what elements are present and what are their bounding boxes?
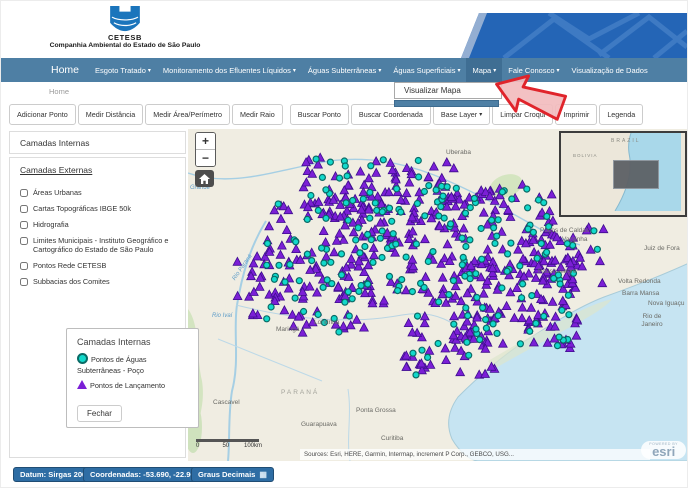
cartas-topograficas-checkbox[interactable] bbox=[20, 205, 28, 213]
medir-area-perimetro-button[interactable]: Medir Área/Perímetro bbox=[145, 104, 230, 125]
map-label-paran-: PARANÁ bbox=[281, 389, 319, 396]
nav-item-aguas-subterraneas[interactable]: Águas Subterrâneas bbox=[302, 58, 387, 82]
esri-logo-text: esri bbox=[649, 446, 678, 457]
map-label-juiz-de-fora: Juiz de Fora bbox=[644, 245, 680, 252]
map-label-volta-redonda: Volta Redonda bbox=[618, 278, 661, 285]
map-canvas[interactable]: Uberaba Poços de Caldas Varginha Juiz de Fo… bbox=[188, 129, 688, 461]
layer-label: Hidrografia bbox=[33, 220, 69, 230]
nav-item-home[interactable]: Home bbox=[45, 58, 89, 82]
legend-title: Camadas Internas bbox=[77, 337, 192, 347]
cetesb-logo-icon bbox=[109, 6, 141, 32]
medir-raio-button[interactable]: Medir Raio bbox=[232, 104, 283, 125]
map-label-rio-iva-: Rio Ivaí bbox=[212, 313, 232, 319]
main-nav: Home Esgoto Tratado Monitoramento dos Ef… bbox=[1, 58, 687, 82]
units-badge[interactable]: Graus Decimais ▦ bbox=[191, 467, 274, 482]
nav-item-monitoramento-efluentes[interactable]: Monitoramento dos Efluentes Líquidos bbox=[157, 58, 302, 82]
overview-label-bolivia: BOLIVIA bbox=[573, 153, 598, 158]
map-label-londrina: Londrina bbox=[314, 319, 339, 326]
map-label-guarapuava: Guarapuava bbox=[301, 421, 337, 428]
nav-item-esgoto-tratado[interactable]: Esgoto Tratado bbox=[89, 58, 157, 82]
layer-areas-urbanas: Áreas Urbanas bbox=[20, 188, 185, 198]
app-window: CETESB Companhia Ambiental do Estado de … bbox=[0, 0, 688, 488]
map-label-ponta-grossa: Ponta Grossa bbox=[356, 407, 396, 414]
units-grid-icon: ▦ bbox=[259, 471, 267, 479]
map-label-maring-: Maringá bbox=[276, 326, 299, 333]
legend-item-pocos: Pontos de Águas Subterrâneas - Poço bbox=[77, 353, 192, 376]
overview-label-brazil: BRAZIL bbox=[611, 138, 641, 144]
layer-label: Áreas Urbanas bbox=[33, 188, 82, 198]
camadas-externas-header[interactable]: Camadas Externas bbox=[20, 165, 185, 175]
limites-municipais-checkbox[interactable] bbox=[20, 237, 28, 245]
layer-cartas-topograficas: Cartas Topográficas IBGE 50k bbox=[20, 204, 185, 214]
logo-title: CETESB bbox=[39, 33, 211, 42]
purple-triangle-icon bbox=[77, 380, 87, 389]
layer-hidrografia: Hidrografia bbox=[20, 220, 185, 230]
home-icon bbox=[199, 174, 210, 184]
map-attribution: Sources: Esri, HERE, Garmin, Intermap, i… bbox=[300, 449, 650, 460]
layer-limites-municipais: Limites Municipais - Instituto Geográfic… bbox=[20, 236, 185, 256]
pontos-rede-cetesb-checkbox[interactable] bbox=[20, 262, 28, 270]
scale-mid: 50 bbox=[222, 443, 244, 449]
map-label-rio-de-janeiro: Rio de Janeiro bbox=[634, 313, 670, 329]
legenda-button[interactable]: Legenda bbox=[599, 104, 643, 125]
camadas-internas-panel[interactable]: Camadas Internas bbox=[9, 131, 186, 154]
scale-start: 0 bbox=[196, 443, 222, 449]
scale-bar: 0 50 100km bbox=[196, 439, 262, 449]
map-label-barra-mansa: Barra Mansa bbox=[622, 290, 659, 297]
zoom-control: + − bbox=[195, 132, 216, 167]
subbacias-checkbox[interactable] bbox=[20, 278, 28, 286]
map-label-nova-igua-u: Nova Iguaçu bbox=[648, 300, 685, 307]
layer-pontos-rede-cetesb: Pontos Rede CETESB bbox=[20, 261, 185, 271]
scale-end: 100km bbox=[244, 443, 262, 449]
dropdown-highlight-bar bbox=[394, 100, 499, 107]
mapa-dropdown-menu: Visualizar Mapa bbox=[394, 82, 502, 107]
home-extent-button[interactable] bbox=[195, 170, 214, 187]
zoom-out-button[interactable]: − bbox=[196, 149, 215, 166]
legend-item-label: Pontos de Lançamento bbox=[90, 381, 165, 390]
units-label: Graus Decimais bbox=[198, 470, 255, 479]
hidrografia-checkbox[interactable] bbox=[20, 221, 28, 229]
logo-subtitle: Companhia Ambiental do Estado de São Pau… bbox=[39, 42, 211, 49]
layer-subbacias: Subbacias dos Comites bbox=[20, 277, 185, 287]
buscar-ponto-button[interactable]: Buscar Ponto bbox=[290, 104, 349, 125]
medir-distancia-button[interactable]: Medir Distância bbox=[78, 104, 144, 125]
cetesb-logo: CETESB Companhia Ambiental do Estado de … bbox=[39, 6, 211, 49]
overview-extent-box[interactable] bbox=[613, 160, 659, 189]
zoom-in-button[interactable]: + bbox=[196, 133, 215, 149]
map-label-pouso-alegre: Pouso Alegre bbox=[538, 268, 577, 275]
map-label-po-os-de-caldas: Poços de Caldas bbox=[540, 227, 589, 234]
fechar-button[interactable]: Fechar bbox=[77, 405, 122, 422]
nav-item-aguas-superficiais[interactable]: Águas Superficiais bbox=[387, 58, 466, 82]
esri-logo: POWERED BY esri bbox=[641, 441, 686, 459]
areas-urbanas-checkbox[interactable] bbox=[20, 189, 28, 197]
menu-item-visualizar-mapa[interactable]: Visualizar Mapa bbox=[394, 82, 502, 99]
scale-bar-line bbox=[196, 439, 259, 442]
coordinates-badge: Coordenadas: -53.690, -22.900 bbox=[83, 467, 206, 482]
legend-box: Camadas Internas Pontos de Águas Subterr… bbox=[66, 328, 199, 428]
legend-item-lancamento: Pontos de Lançamento bbox=[77, 380, 192, 392]
decorative-banner bbox=[449, 13, 687, 58]
map-label-uberaba: Uberaba bbox=[446, 149, 471, 156]
overview-map: BRAZIL BOLIVIA bbox=[559, 131, 687, 217]
teal-circle-icon bbox=[77, 353, 88, 364]
breadcrumb[interactable]: Home bbox=[49, 87, 69, 96]
adicionar-ponto-button[interactable]: Adicionar Ponto bbox=[9, 104, 76, 125]
map-label-curitiba: Curitiba bbox=[381, 435, 403, 442]
layer-label: Cartas Topográficas IBGE 50k bbox=[33, 204, 131, 214]
layer-label: Limites Municipais - Instituto Geográfic… bbox=[33, 236, 175, 256]
buscar-coordenada-button[interactable]: Buscar Coordenada bbox=[351, 104, 431, 125]
nav-item-visualizacao-de-dados[interactable]: Visualização de Dados bbox=[566, 58, 654, 82]
layer-label: Subbacias dos Comites bbox=[33, 277, 110, 287]
map-label-varginha: Varginha bbox=[562, 236, 588, 243]
page-header: CETESB Companhia Ambiental do Estado de … bbox=[1, 1, 687, 58]
map-label-cascavel: Cascavel bbox=[213, 399, 240, 406]
layer-label: Pontos Rede CETESB bbox=[33, 261, 106, 271]
base-layer-button[interactable]: Base Layer bbox=[433, 104, 490, 125]
